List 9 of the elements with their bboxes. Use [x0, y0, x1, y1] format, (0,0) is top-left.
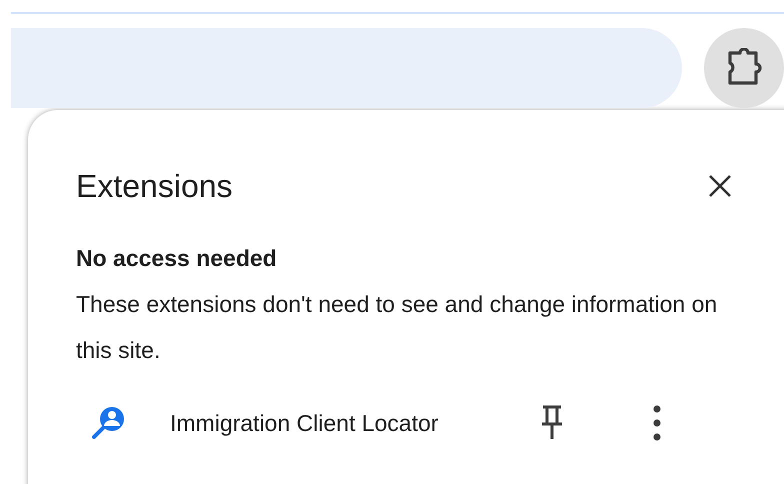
popup-title: Extensions [76, 167, 233, 206]
more-options-button[interactable] [652, 405, 662, 441]
pin-icon [540, 404, 564, 442]
extension-name: Immigration Client Locator [170, 410, 440, 436]
pin-button[interactable] [540, 404, 564, 442]
section-heading: No access needed [76, 244, 278, 273]
vertical-dots-icon [652, 405, 662, 441]
section-description: These extensions don't need to see and change information on this site. [76, 290, 718, 365]
close-icon [708, 174, 732, 198]
